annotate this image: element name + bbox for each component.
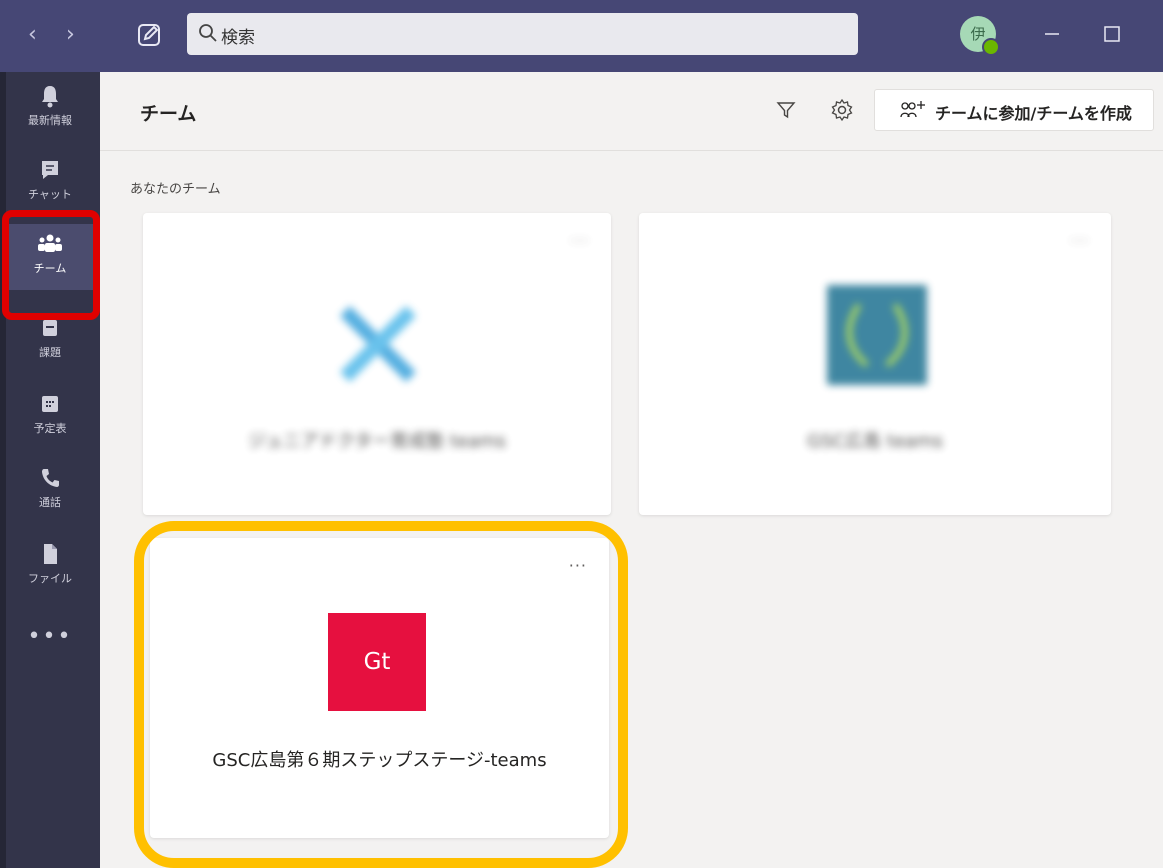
rail-item-activity[interactable]: 最新情報 [0, 76, 100, 142]
chevron-left-icon[interactable]: ‹ [28, 22, 37, 48]
calendar-icon [42, 396, 58, 412]
bell-icon [42, 86, 58, 108]
join-button-label: チームに参加/チームを作成 [935, 104, 1132, 123]
team-card[interactable]: ··· GSC広島 teams [639, 213, 1111, 515]
avatar[interactable]: 伊 [960, 16, 1000, 56]
rail-item-chat[interactable]: チャット [0, 150, 100, 216]
rail-label: 課題 [39, 346, 61, 359]
app-rail: 最新情報 チャット チーム 課題 予定表 通話 ファイル ••• [0, 72, 100, 868]
presence-badge [982, 38, 1000, 56]
annotation-red-box [2, 210, 100, 320]
rail-label: 通話 [39, 496, 61, 509]
file-icon [44, 544, 57, 564]
phone-icon [42, 469, 59, 487]
page-title: チーム [140, 103, 197, 125]
gear-icon[interactable] [830, 98, 854, 122]
team-logo [827, 285, 927, 385]
rail-label: 予定表 [33, 422, 67, 435]
rail-label: 最新情報 [28, 114, 72, 127]
team-name: ジュニアドクター育成塾 teams [248, 431, 506, 452]
rail-item-files[interactable]: ファイル [0, 534, 100, 600]
team-name: GSC広島 teams [807, 431, 943, 452]
window-edge [0, 72, 6, 868]
teams-header: チーム チームに参加/チームを作成 [100, 72, 1163, 151]
search-icon [199, 24, 217, 42]
search-placeholder: 検索 [221, 28, 255, 48]
search-input[interactable]: 検索 [187, 13, 858, 55]
more-options-icon[interactable]: ··· [571, 231, 589, 250]
team-card[interactable]: ··· ジュニアドクター育成塾 teams [143, 213, 611, 515]
rail-label: チャット [28, 188, 72, 201]
more-apps-button[interactable]: ••• [0, 624, 100, 649]
section-your-teams: あなたのチーム [130, 182, 221, 197]
annotation-yellow-box [134, 521, 628, 868]
join-or-create-team-button[interactable]: チームに参加/チームを作成 [874, 89, 1154, 131]
rail-item-calls[interactable]: 通話 [0, 458, 100, 524]
chevron-right-icon[interactable]: › [66, 22, 75, 48]
maximize-icon[interactable] [1098, 20, 1126, 48]
rail-item-calendar[interactable]: 予定表 [0, 384, 100, 450]
title-bar: ‹ › 検索 伊 [0, 0, 1163, 72]
rail-label: ファイル [28, 572, 72, 585]
compose-icon[interactable] [136, 22, 162, 48]
filter-icon[interactable] [776, 100, 796, 120]
team-logo [340, 306, 416, 382]
add-people-icon [900, 101, 925, 118]
more-options-icon[interactable]: ··· [1071, 231, 1089, 250]
chat-icon [42, 161, 58, 179]
minimize-icon[interactable] [1038, 20, 1066, 48]
